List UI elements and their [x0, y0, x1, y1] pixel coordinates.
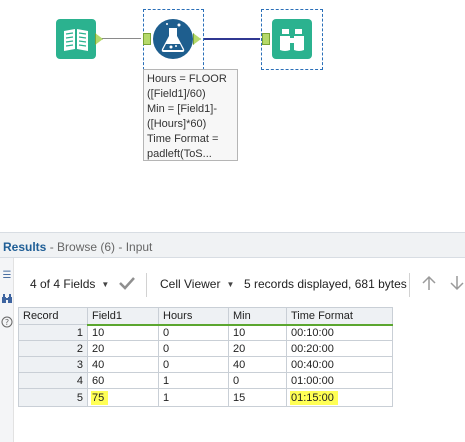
annotation-line: Hours = FLOOR [147, 73, 227, 85]
connection-line-selected[interactable] [204, 38, 260, 40]
cell-hours[interactable]: 1 [158, 372, 229, 389]
highlighted-value: 75 [91, 390, 109, 405]
record-number: 1 [18, 324, 88, 341]
toolbar-divider [409, 273, 410, 297]
input-data-tool[interactable] [56, 19, 96, 59]
cell-time-format[interactable]: 01:00:00 [286, 372, 393, 389]
formula-annotation: Hours = FLOOR ([Field1]/60) Min = [Field… [143, 69, 238, 161]
cell-hours[interactable]: 0 [158, 356, 229, 373]
cell-time-format[interactable]: 01:15:00 [286, 388, 393, 407]
workflow-canvas[interactable]: Hours = FLOOR ([Field1]/60) Min = [Field… [0, 0, 465, 228]
cell-viewer-label: Cell Viewer [160, 277, 221, 291]
chevron-down-icon: ▼ [226, 280, 235, 289]
arrow-up-icon [422, 275, 436, 290]
input-anchor[interactable] [143, 33, 151, 45]
book-icon [64, 29, 88, 51]
records-info: 5 records displayed, 681 bytes [244, 277, 407, 291]
table-row[interactable]: 3 40 0 40 00:40:00 [18, 356, 393, 373]
results-title: Results [3, 240, 47, 254]
annotation-line: ([Hours]*60) [147, 118, 207, 130]
column-header-hours[interactable]: Hours [158, 307, 229, 326]
fields-dropdown[interactable]: 4 of 4 Fields ▼ [30, 277, 109, 291]
formula-tool[interactable] [153, 19, 193, 59]
cell-min[interactable]: 15 [228, 388, 287, 407]
cell-viewer-dropdown[interactable]: Cell Viewer ▼ [160, 277, 234, 291]
chevron-down-icon: ▼ [101, 280, 110, 289]
cell-hours[interactable]: 0 [158, 340, 229, 357]
highlighted-value: 01:15:00 [290, 390, 338, 405]
cell-time-format[interactable]: 00:40:00 [286, 356, 393, 373]
cell-min[interactable]: 20 [228, 340, 287, 357]
table-row[interactable]: 5 75 1 15 01:15:00 [18, 388, 393, 407]
checkmark-icon [119, 277, 135, 290]
column-header-time-format[interactable]: Time Format [286, 307, 393, 326]
table-row[interactable]: 2 20 0 20 00:20:00 [18, 340, 393, 357]
table-row[interactable]: 4 60 1 0 01:00:00 [18, 372, 393, 389]
column-header-record[interactable]: Record [18, 307, 88, 325]
cell-field1[interactable]: 40 [87, 356, 159, 373]
output-anchor[interactable] [95, 33, 103, 45]
cell-min[interactable]: 10 [228, 324, 287, 341]
cell-field1[interactable]: 10 [87, 324, 159, 341]
checkmark-button[interactable] [118, 274, 136, 295]
cell-min[interactable]: 40 [228, 356, 287, 373]
annotation-line: padleft(ToS... [147, 148, 212, 160]
annotation-line: ([Field1]/60) [147, 88, 206, 100]
annotation-line: Time Format = [147, 133, 219, 145]
svg-text:?: ? [5, 318, 9, 327]
record-number: 2 [18, 340, 88, 357]
input-anchor[interactable] [262, 33, 270, 45]
record-number: 3 [18, 356, 88, 373]
browse-tool[interactable] [272, 19, 312, 59]
list-icon[interactable]: ☰ [1, 270, 13, 282]
cell-time-format[interactable]: 00:20:00 [286, 340, 393, 357]
arrow-down-button[interactable] [448, 274, 465, 295]
help-icon[interactable]: ? [1, 316, 13, 328]
record-number: 5 [18, 388, 88, 407]
binoculars-icon[interactable] [1, 292, 13, 304]
results-header: Results - Browse (6) - Input [0, 232, 465, 258]
arrow-up-button[interactable] [420, 274, 438, 295]
arrow-down-icon [450, 276, 464, 291]
cell-field1[interactable]: 75 [87, 388, 159, 407]
cell-hours[interactable]: 1 [158, 388, 229, 407]
results-toolbar: 4 of 4 Fields ▼ Cell Viewer ▼ 5 records di… [14, 268, 465, 302]
record-number: 4 [18, 372, 88, 389]
fields-label: 4 of 4 Fields [30, 277, 96, 291]
cell-field1[interactable]: 20 [87, 340, 159, 357]
flask-icon [161, 23, 185, 52]
column-header-min[interactable]: Min [228, 307, 287, 326]
cell-hours[interactable]: 0 [158, 324, 229, 341]
results-subtitle: - Browse (6) - Input [46, 240, 153, 254]
results-grid[interactable]: Record Field1 Hours Min Time Format 1 10… [18, 307, 393, 407]
cell-min[interactable]: 0 [228, 372, 287, 389]
column-header-field1[interactable]: Field1 [87, 307, 159, 326]
binoculars-icon [280, 29, 304, 51]
cell-time-format[interactable]: 00:10:00 [286, 324, 393, 341]
toolbar-divider [146, 273, 147, 297]
table-row[interactable]: 1 10 0 10 00:10:00 [18, 324, 393, 341]
cell-field1[interactable]: 60 [87, 372, 159, 389]
annotation-line: Min = [Field1]- [147, 103, 217, 115]
results-side-rail: ☰ ? [0, 258, 14, 442]
